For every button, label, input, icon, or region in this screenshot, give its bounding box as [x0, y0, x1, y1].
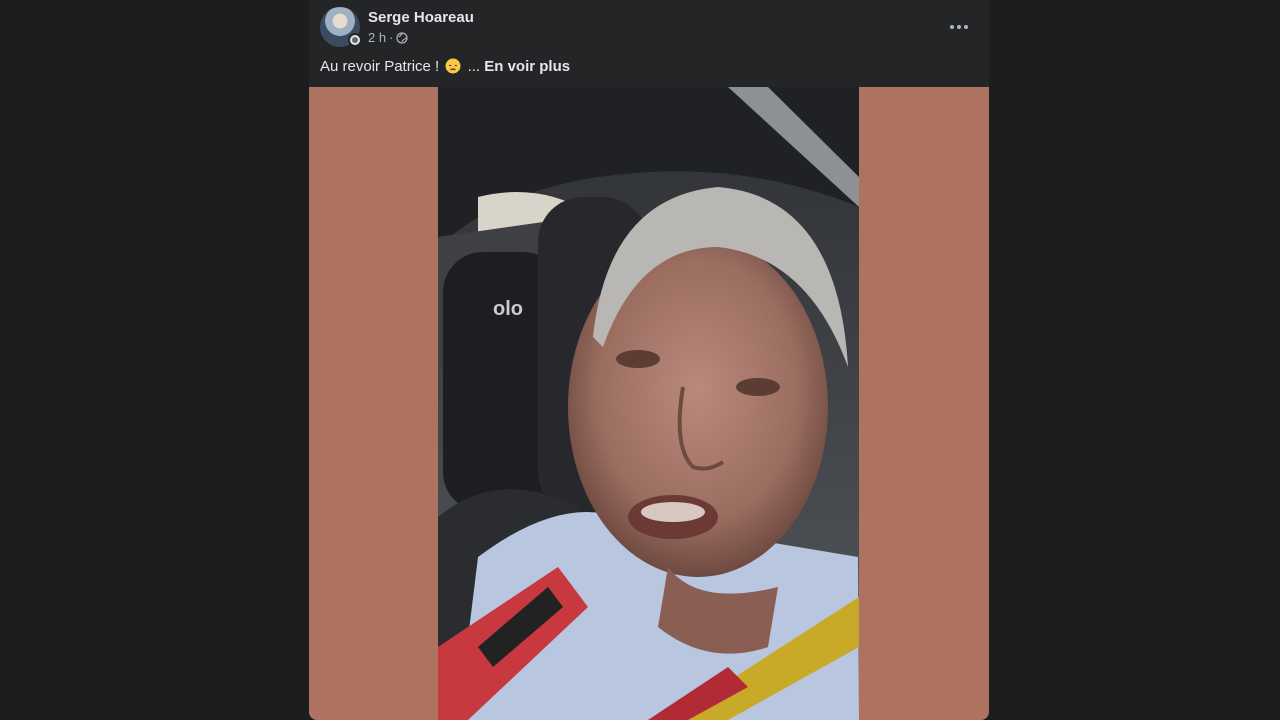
meta-separator: · [389, 30, 394, 45]
more-horizontal-icon [950, 25, 968, 29]
video-thumbnail: olo [438, 87, 859, 720]
post-message-ellipsis: ... [467, 58, 481, 75]
more-options-button[interactable] [941, 9, 977, 45]
svg-text:olo: olo [493, 298, 523, 320]
globe-icon [396, 32, 409, 44]
post-time[interactable]: 2 h [368, 30, 386, 46]
video-player[interactable]: olo [438, 87, 859, 720]
disappointed-face-emoji-icon [445, 58, 461, 74]
avatar-badge-icon [348, 33, 362, 47]
see-more-link[interactable]: En voir plus [484, 58, 570, 75]
author-name[interactable]: Serge Hoareau [368, 9, 474, 27]
page: Serge Hoareau 2 h · Au revoir Patrice ! … [0, 0, 1280, 720]
post-card: Serge Hoareau 2 h · Au revoir Patrice ! … [309, 0, 989, 720]
author-avatar[interactable] [320, 7, 362, 47]
post-message: Au revoir Patrice ! ... En voir plus [320, 57, 570, 77]
post-message-text: Au revoir Patrice ! [320, 58, 440, 75]
post-media: olo [309, 87, 989, 720]
post-meta: 2 h · [368, 30, 409, 46]
post-header: Serge Hoareau 2 h · [309, 0, 989, 56]
